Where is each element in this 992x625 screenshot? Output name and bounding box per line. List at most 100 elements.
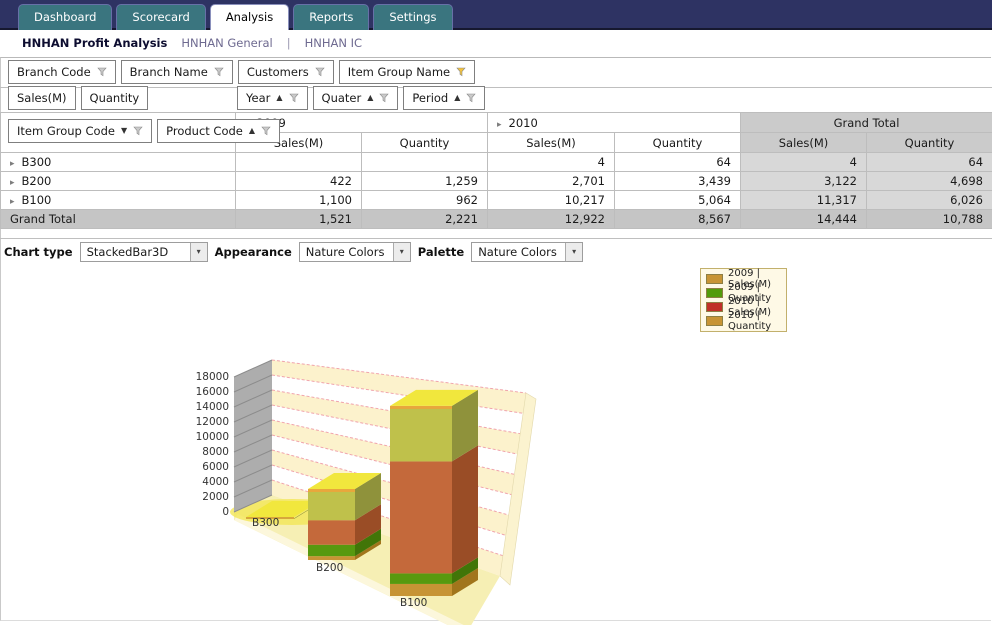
chart-type-select[interactable]: StackedBar3D ▾ bbox=[80, 242, 208, 262]
filter-field-customers[interactable]: Customers bbox=[238, 60, 334, 84]
sort-asc-icon[interactable]: ▲ bbox=[276, 94, 282, 102]
pivot-cell: 2,701 bbox=[488, 172, 615, 191]
filter-funnel-icon[interactable] bbox=[466, 93, 476, 103]
pivot-value-header: Sales(M) bbox=[488, 133, 615, 153]
filter-funnel-icon[interactable] bbox=[379, 93, 389, 103]
pivot-cell: 4,698 bbox=[867, 172, 992, 191]
pivot-cell: 6,026 bbox=[867, 191, 992, 210]
filter-field-branch-name[interactable]: Branch Name bbox=[121, 60, 233, 84]
pivot-cell: 64 bbox=[867, 153, 992, 172]
bar-segment bbox=[390, 461, 452, 573]
legend-label: 2010 | Quantity bbox=[728, 310, 781, 332]
pivot-cell: 11,317 bbox=[741, 191, 867, 210]
field-label: Item Group Code bbox=[17, 124, 115, 138]
column-dim-year[interactable]: Year▲ bbox=[237, 86, 308, 110]
filter-field-branch-code[interactable]: Branch Code bbox=[8, 60, 116, 84]
tab-settings[interactable]: Settings bbox=[373, 4, 452, 30]
pivot-cell: 2,221 bbox=[362, 210, 488, 229]
column-dim-period[interactable]: Period ▲ bbox=[403, 86, 485, 110]
tab-scorecard[interactable]: Scorecard bbox=[116, 4, 205, 30]
breadcrumb: HNHAN Profit Analysis HNHAN General | HN… bbox=[22, 36, 362, 50]
pivot-row-label: Grand Total bbox=[1, 210, 236, 229]
tab-reports[interactable]: Reports bbox=[293, 4, 369, 30]
expand-icon[interactable]: ▸ bbox=[10, 159, 15, 169]
pivot-cell bbox=[236, 153, 362, 172]
column-dims-row: Year▲Quater▲ Period ▲ bbox=[237, 86, 485, 110]
palette-select[interactable]: Nature Colors ▾ bbox=[471, 242, 583, 262]
expand-icon[interactable]: ▸ bbox=[497, 120, 502, 130]
expand-icon[interactable]: ▸ bbox=[10, 178, 15, 188]
y-axis-tick-label: 6000 bbox=[202, 461, 229, 473]
expand-icon[interactable]: ▸ bbox=[10, 197, 15, 207]
stacked-bar-3d-chart: 0200040006000800010000120001400016000180… bbox=[190, 350, 550, 625]
pivot-body: ▸B300464464▸B2004221,2592,7013,4393,1224… bbox=[1, 153, 992, 229]
pivot-cell: 4 bbox=[488, 153, 615, 172]
report-title: HNHAN Profit Analysis bbox=[22, 36, 167, 50]
chart-left-wall bbox=[234, 360, 272, 512]
sort-desc-icon[interactable]: ▼ bbox=[121, 127, 127, 135]
bar-segment bbox=[390, 584, 452, 596]
pivot-cell: 64 bbox=[615, 153, 741, 172]
pivot-cell: 5,064 bbox=[615, 191, 741, 210]
measure-quantity[interactable]: Quantity bbox=[81, 86, 149, 110]
measure-sales-m-[interactable]: Sales(M) bbox=[8, 86, 76, 110]
breadcrumb-link-ic[interactable]: HNHAN IC bbox=[305, 36, 362, 50]
filter-funnel-icon[interactable] bbox=[315, 67, 325, 77]
column-dim-quater[interactable]: Quater▲ bbox=[313, 86, 399, 110]
legend-swatch bbox=[706, 288, 723, 298]
bar-segment bbox=[308, 489, 355, 520]
chevron-down-icon[interactable]: ▾ bbox=[565, 243, 582, 261]
filter-field-item-group-name[interactable]: Item Group Name bbox=[339, 60, 475, 84]
pivot-cell: 10,788 bbox=[867, 210, 992, 229]
pivot-col-group-grand-total: Grand Total bbox=[741, 113, 992, 133]
filter-funnel-icon[interactable] bbox=[214, 67, 224, 77]
pivot-cell: 8,567 bbox=[615, 210, 741, 229]
row-dim-item-group-code[interactable]: Item Group Code ▼ bbox=[8, 119, 152, 143]
filter-funnel-icon[interactable] bbox=[97, 67, 107, 77]
chevron-down-icon[interactable]: ▾ bbox=[393, 243, 410, 261]
chevron-down-icon[interactable]: ▾ bbox=[190, 243, 207, 261]
field-label: Sales(M) bbox=[17, 91, 67, 105]
x-axis-category-label: B300 bbox=[252, 517, 279, 529]
row-dim-product-code[interactable]: Product Code▲ bbox=[157, 119, 280, 143]
legend-swatch bbox=[706, 274, 723, 284]
bar-segment bbox=[308, 556, 355, 560]
appearance-select[interactable]: Nature Colors ▾ bbox=[299, 242, 411, 262]
sort-asc-icon[interactable]: ▲ bbox=[249, 127, 255, 135]
sort-asc-icon[interactable]: ▲ bbox=[367, 94, 373, 102]
chart-legend: 2009 | Sales(M)2009 | Quantity2010 | Sal… bbox=[700, 268, 787, 332]
bar-segment bbox=[390, 406, 452, 462]
field-label: Period bbox=[412, 91, 448, 105]
tab-analysis[interactable]: Analysis bbox=[210, 4, 289, 30]
pivot-cell: 3,122 bbox=[741, 172, 867, 191]
bar-segment bbox=[308, 520, 355, 545]
pivot-value-header: Sales(M) bbox=[741, 133, 867, 153]
bar-top-band bbox=[308, 489, 355, 492]
y-axis-tick-label: 12000 bbox=[196, 416, 229, 428]
filter-funnel-icon[interactable] bbox=[261, 126, 271, 136]
pivot-cell: 14,444 bbox=[741, 210, 867, 229]
legend-swatch bbox=[706, 316, 723, 326]
palette-value: Nature Colors bbox=[478, 245, 557, 259]
bar-segment bbox=[308, 545, 355, 556]
tab-dashboard[interactable]: Dashboard bbox=[18, 4, 112, 30]
pivot-grand-total-row: Grand Total1,5212,22112,9228,56714,44410… bbox=[1, 210, 992, 229]
palette-label: Palette bbox=[418, 245, 464, 259]
y-axis-tick-label: 8000 bbox=[202, 446, 229, 458]
y-axis-tick-label: 14000 bbox=[196, 401, 229, 413]
pivot-cell: 3,439 bbox=[615, 172, 741, 191]
filter-funnel-icon[interactable] bbox=[289, 93, 299, 103]
chart-controls: Chart type StackedBar3D ▾ Appearance Nat… bbox=[4, 242, 583, 262]
y-axis-tick-label: 4000 bbox=[202, 476, 229, 488]
x-axis-category-label: B100 bbox=[400, 597, 427, 609]
breadcrumb-link-general[interactable]: HNHAN General bbox=[181, 36, 272, 50]
pivot-cell: 1,521 bbox=[236, 210, 362, 229]
sort-asc-icon[interactable]: ▲ bbox=[454, 94, 460, 102]
filter-funnel-icon[interactable] bbox=[133, 126, 143, 136]
y-axis-tick-label: 16000 bbox=[196, 386, 229, 398]
field-label: Item Group Name bbox=[348, 65, 450, 79]
filter-funnel-icon[interactable] bbox=[456, 67, 466, 77]
chart-type-label: Chart type bbox=[4, 245, 73, 259]
table-row: ▸B1001,10096210,2175,06411,3176,026 bbox=[1, 191, 992, 210]
toolbar-divider bbox=[0, 87, 992, 88]
